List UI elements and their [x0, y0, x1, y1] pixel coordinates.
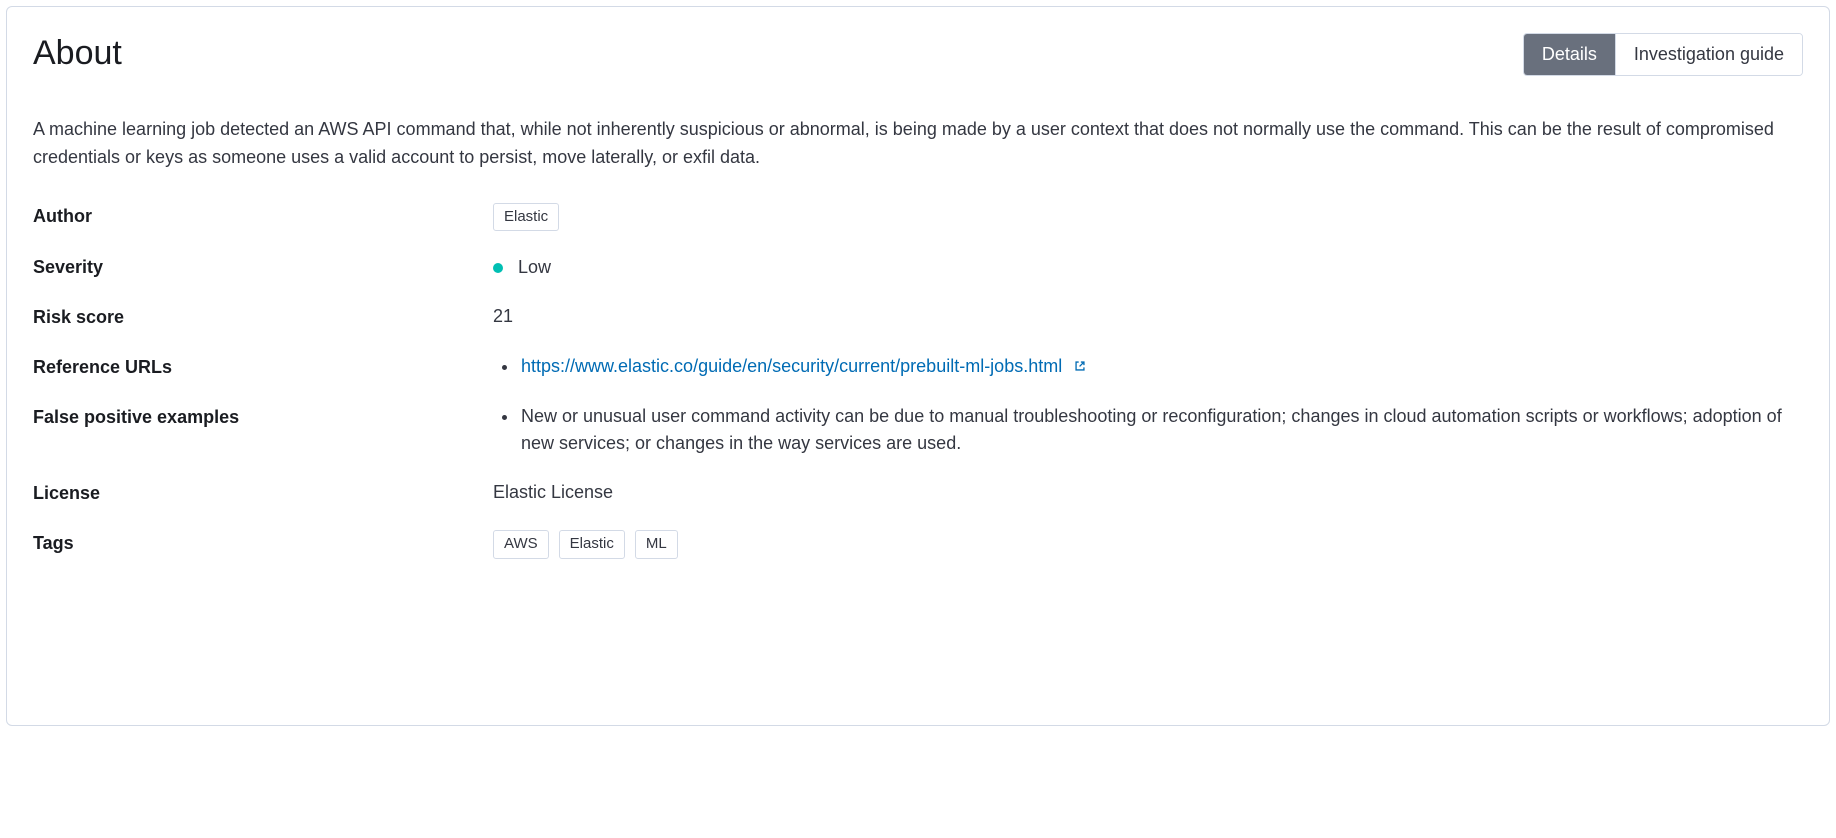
field-false-positive: False positive examples New or unusual u…: [33, 403, 1803, 457]
reference-link-text: https://www.elastic.co/guide/en/security…: [521, 356, 1062, 376]
severity-value: Low: [518, 257, 551, 277]
list-item: https://www.elastic.co/guide/en/security…: [519, 353, 1803, 380]
reference-link[interactable]: https://www.elastic.co/guide/en/security…: [521, 356, 1087, 376]
tags-value: AWS Elastic ML: [493, 529, 1803, 559]
severity-dot-icon: [493, 263, 503, 273]
license-label: License: [33, 479, 493, 507]
tab-details[interactable]: Details: [1524, 34, 1616, 75]
field-license: License Elastic License: [33, 479, 1803, 507]
about-panel: About Details Investigation guide A mach…: [6, 6, 1830, 726]
severity-label: Severity: [33, 253, 493, 281]
rule-description: A machine learning job detected an AWS A…: [33, 116, 1803, 172]
tag-badge: AWS: [493, 530, 549, 559]
risk-score-label: Risk score: [33, 303, 493, 331]
field-reference-urls: Reference URLs https://www.elastic.co/gu…: [33, 353, 1803, 381]
author-badge: Elastic: [493, 203, 559, 232]
tab-group: Details Investigation guide: [1523, 33, 1803, 76]
tab-investigation-guide[interactable]: Investigation guide: [1616, 34, 1802, 75]
panel-title: About: [33, 33, 122, 74]
external-link-icon: [1073, 354, 1087, 368]
panel-header: About Details Investigation guide: [33, 33, 1803, 76]
field-tags: Tags AWS Elastic ML: [33, 529, 1803, 559]
reference-urls-list: https://www.elastic.co/guide/en/security…: [493, 353, 1803, 380]
field-author: Author Elastic: [33, 202, 1803, 232]
risk-score-value: 21: [493, 303, 1803, 330]
author-label: Author: [33, 202, 493, 230]
license-value: Elastic License: [493, 479, 1803, 506]
false-positive-label: False positive examples: [33, 403, 493, 431]
false-positive-list: New or unusual user command activity can…: [493, 403, 1803, 457]
tag-badge: ML: [635, 530, 678, 559]
list-item: New or unusual user command activity can…: [519, 403, 1803, 457]
reference-urls-label: Reference URLs: [33, 353, 493, 381]
field-severity: Severity Low: [33, 253, 1803, 281]
field-risk-score: Risk score 21: [33, 303, 1803, 331]
tags-label: Tags: [33, 529, 493, 557]
tag-badge: Elastic: [559, 530, 625, 559]
